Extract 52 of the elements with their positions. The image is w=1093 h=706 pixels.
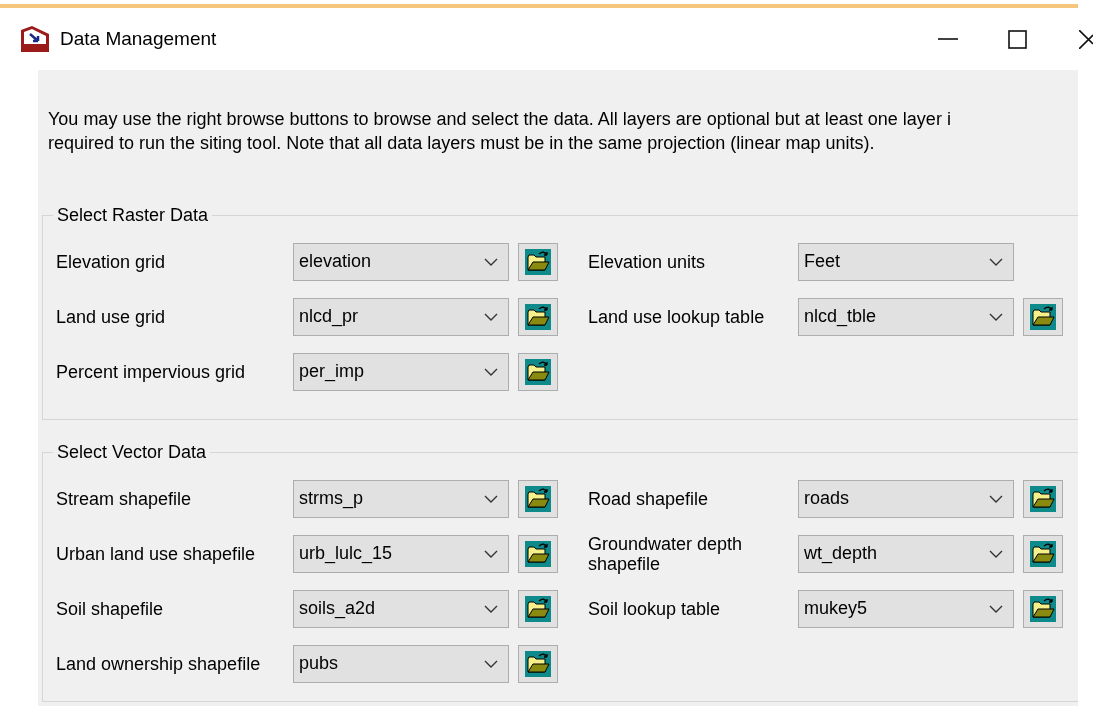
browse-folder-button[interactable] xyxy=(1023,589,1063,628)
caret-icon xyxy=(484,494,498,503)
browse-folder-button[interactable] xyxy=(518,479,558,518)
caret-icon xyxy=(989,604,1003,613)
dropdown[interactable]: wt_depth xyxy=(798,534,1014,573)
window-title: Data Management xyxy=(60,26,217,51)
browse-folder-button[interactable] xyxy=(1023,297,1063,336)
field-label: Elevation grid xyxy=(56,251,167,272)
dropdown[interactable]: nlcd_pr xyxy=(293,297,509,336)
browse-folder-button[interactable] xyxy=(518,297,558,336)
browse-folder-button[interactable] xyxy=(1023,534,1063,573)
instructions-text: You may use the right browse buttons to browse and select the data. All layers are optional but at least one layer i required to run the siting tool. Note that all data layers must be in the same projection (linear map units). xyxy=(48,108,952,155)
browse-folder-button[interactable] xyxy=(518,242,558,281)
caret-icon xyxy=(484,312,498,321)
field-label: Land ownership shapefile xyxy=(56,653,262,674)
field-label: Elevation units xyxy=(588,251,707,272)
browse-folder-button[interactable] xyxy=(518,589,558,628)
dropdown[interactable]: roads xyxy=(798,479,1014,518)
dropdown[interactable]: urb_lulc_15 xyxy=(293,534,509,573)
caret-icon xyxy=(484,367,498,376)
dropdown[interactable]: Feet xyxy=(798,242,1014,281)
field-label: Soil shapefile xyxy=(56,598,165,619)
field-label: Road shapefile xyxy=(588,488,710,509)
field-label: Land use grid xyxy=(56,306,167,327)
caret-icon xyxy=(484,257,498,266)
close-button[interactable] xyxy=(1079,29,1093,49)
caret-icon xyxy=(484,659,498,668)
caret-icon xyxy=(484,604,498,613)
field-label: Groundwater depth shapefile xyxy=(588,533,744,574)
field-label: Land use lookup table xyxy=(588,306,766,327)
dropdown[interactable]: mukey5 xyxy=(798,589,1014,628)
field-label: Urban land use shapefile xyxy=(56,543,257,564)
browse-folder-button[interactable] xyxy=(1023,479,1063,518)
caret-icon xyxy=(989,494,1003,503)
browse-folder-button[interactable] xyxy=(518,644,558,683)
dropdown[interactable]: nlcd_tble xyxy=(798,297,1014,336)
caret-icon xyxy=(989,312,1003,321)
dropdown[interactable]: pubs xyxy=(293,644,509,683)
field-label: Soil lookup table xyxy=(588,598,722,619)
app-icon xyxy=(20,26,50,52)
browse-folder-button[interactable] xyxy=(518,352,558,391)
caret-icon xyxy=(989,257,1003,266)
dropdown[interactable]: strms_p xyxy=(293,479,509,518)
field-label: Stream shapefile xyxy=(56,488,193,509)
maximize-button[interactable] xyxy=(1008,29,1027,49)
field-label: Percent impervious grid xyxy=(56,361,247,382)
browse-folder-button[interactable] xyxy=(518,534,558,573)
dropdown[interactable]: elevation xyxy=(293,242,509,281)
dropdown[interactable]: soils_a2d xyxy=(293,589,509,628)
dropdown[interactable]: per_imp xyxy=(293,352,509,391)
caret-icon xyxy=(989,549,1003,558)
caret-icon xyxy=(484,549,498,558)
